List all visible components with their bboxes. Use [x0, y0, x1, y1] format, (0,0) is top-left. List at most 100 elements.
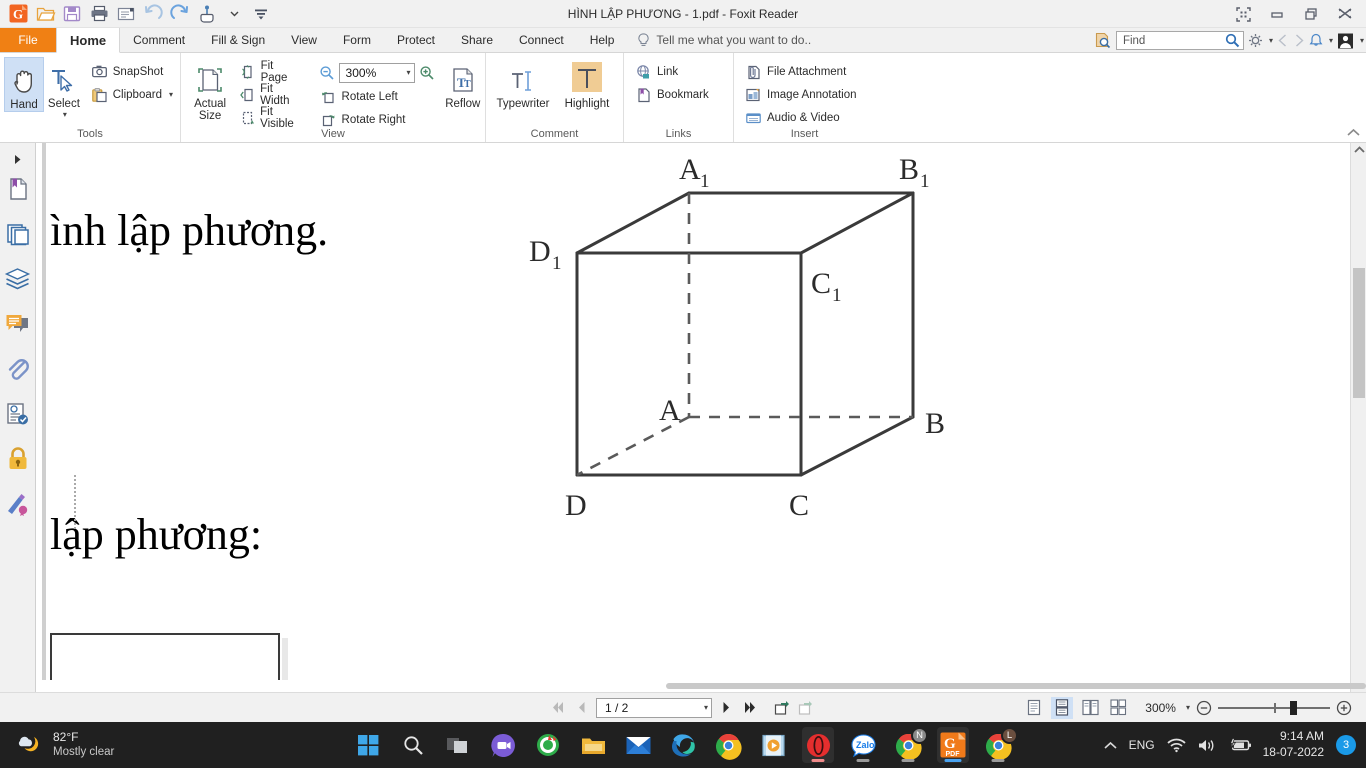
menu-tab-comment[interactable]: Comment — [120, 28, 198, 52]
image-annotation-button[interactable]: Image Annotation — [742, 85, 860, 104]
menu-tab-help[interactable]: Help — [577, 28, 628, 52]
menu-tab-protect[interactable]: Protect — [384, 28, 448, 52]
chrome-n-button[interactable]: N — [892, 727, 928, 763]
single-page-view-button[interactable] — [1023, 697, 1045, 719]
language-indicator[interactable]: ENG — [1129, 738, 1155, 752]
volume-icon[interactable] — [1198, 738, 1217, 753]
audio-video-button[interactable]: Audio & Video — [742, 108, 860, 127]
chrome-l-button[interactable]: L — [982, 727, 1018, 763]
sidebar-item-security[interactable] — [0, 439, 36, 484]
typewriter-button[interactable]: Typewriter — [490, 57, 556, 110]
meet-button[interactable] — [487, 727, 519, 763]
page-combo-caret-icon[interactable]: ▾ — [704, 703, 708, 712]
forward-arrow-icon[interactable] — [1293, 34, 1305, 47]
facing-view-button[interactable] — [1079, 697, 1101, 719]
snapshot-button[interactable]: SnapShot — [88, 62, 176, 81]
zoom-in-icon[interactable] — [419, 65, 435, 81]
link-button[interactable]: Link — [632, 62, 712, 81]
qat-caret-icon[interactable] — [222, 3, 246, 25]
email-icon[interactable] — [114, 3, 138, 25]
sidebar-item-bookmarks[interactable] — [0, 169, 36, 214]
zalo-button[interactable]: Zalo — [847, 727, 879, 763]
status-zoom-in-icon[interactable] — [1336, 700, 1352, 716]
clipboard-button[interactable]: Clipboard ▾ — [88, 85, 176, 104]
open-icon[interactable] — [33, 3, 57, 25]
previous-view-button[interactable] — [771, 698, 790, 718]
task-view-button[interactable] — [442, 727, 474, 763]
zoom-level-combobox[interactable]: 300% ▾ — [338, 62, 415, 83]
battery-charging-icon[interactable] — [1229, 738, 1251, 752]
actual-size-button[interactable]: Actual Size — [187, 57, 233, 122]
select-caret-icon[interactable]: ▾ — [63, 110, 67, 119]
select-tool-button[interactable]: Select ▾ — [44, 57, 84, 119]
collapse-ribbon-icon[interactable] — [1347, 128, 1360, 140]
scroll-up-icon[interactable] — [1351, 143, 1366, 157]
fullscreen-button[interactable] — [1226, 1, 1260, 27]
avatar-caret-icon[interactable]: ▾ — [1360, 36, 1364, 45]
sidebar-item-signatures[interactable] — [0, 484, 36, 529]
settings-gear-icon[interactable] — [1248, 33, 1263, 48]
notification-bell-icon[interactable] — [1309, 33, 1323, 48]
menu-tab-fill-sign[interactable]: Fill & Sign — [198, 28, 278, 52]
search-button[interactable] — [397, 727, 429, 763]
undo-icon[interactable] — [141, 3, 165, 25]
continuous-view-button[interactable] — [1051, 696, 1074, 719]
green-app-button[interactable] — [532, 727, 564, 763]
fit-width-button[interactable]: Fit Width — [237, 83, 302, 107]
zoom-out-icon[interactable] — [319, 65, 335, 81]
avatar[interactable] — [1337, 33, 1354, 49]
sidebar-item-attachments[interactable] — [0, 349, 36, 394]
fit-page-button[interactable]: Fit Page — [237, 60, 302, 84]
save-icon[interactable] — [60, 3, 84, 25]
expand-panel-icon[interactable] — [0, 149, 36, 169]
back-arrow-icon[interactable] — [1277, 34, 1289, 47]
panel-resize-grip[interactable] — [72, 473, 79, 553]
search-document-icon[interactable] — [1094, 32, 1112, 49]
foxit-logo-icon[interactable]: G — [6, 3, 30, 25]
print-icon[interactable] — [87, 3, 111, 25]
notification-badge[interactable]: 3 — [1336, 735, 1356, 755]
hand-tool-button[interactable]: Hand — [4, 57, 45, 113]
rotate-left-button[interactable]: Rotate Left — [317, 87, 437, 106]
menu-tab-home[interactable]: Home — [56, 28, 121, 53]
customize-toolbar-icon[interactable] — [249, 3, 273, 25]
status-zoom-caret-icon[interactable]: ▾ — [1186, 703, 1190, 712]
vertical-scroll-thumb[interactable] — [1353, 268, 1365, 398]
clipboard-caret-icon[interactable]: ▾ — [169, 90, 173, 99]
menu-tab-share[interactable]: Share — [448, 28, 506, 52]
sidebar-item-pages[interactable] — [0, 214, 36, 259]
facing-continuous-view-button[interactable] — [1107, 697, 1129, 719]
wifi-icon[interactable] — [1167, 738, 1186, 753]
menu-tab-connect[interactable]: Connect — [506, 28, 577, 52]
bell-caret-icon[interactable]: ▾ — [1329, 36, 1333, 45]
tell-me-search[interactable]: Tell me what you want to do.. — [627, 28, 811, 52]
settings-caret-icon[interactable]: ▾ — [1269, 36, 1273, 45]
previous-page-button[interactable] — [572, 698, 591, 718]
file-attachment-button[interactable]: File Attachment — [742, 62, 860, 81]
horizontal-scrollbar[interactable] — [36, 680, 1366, 692]
mail-button[interactable] — [622, 727, 654, 763]
close-button[interactable] — [1328, 1, 1362, 27]
file-explorer-button[interactable] — [577, 727, 609, 763]
vertical-scrollbar[interactable] — [1350, 143, 1366, 692]
foxit-button[interactable]: G PDF — [937, 727, 969, 763]
sidebar-item-comments[interactable] — [0, 304, 36, 349]
horizontal-scroll-thumb[interactable] — [666, 683, 1366, 689]
zoom-combo-caret-icon[interactable]: ▾ — [407, 68, 411, 77]
find-input[interactable]: Find — [1115, 31, 1244, 50]
menu-file[interactable]: File — [0, 28, 56, 52]
media-player-button[interactable] — [757, 727, 789, 763]
show-hidden-icons-icon[interactable] — [1104, 741, 1117, 750]
page-number-combobox[interactable]: 1 / 2 ▾ — [596, 697, 712, 718]
sidebar-item-layers[interactable] — [0, 259, 36, 304]
sidebar-item-annotations[interactable] — [0, 394, 36, 439]
menu-tab-view[interactable]: View — [278, 28, 330, 52]
find-search-icon[interactable] — [1225, 33, 1240, 48]
fit-visible-button[interactable]: Fit Visible — [237, 106, 302, 130]
status-zoom-out-icon[interactable] — [1196, 700, 1212, 716]
document-view[interactable]: ình lập phương. lập phương: A 1 B 1 D 1 … — [36, 143, 1366, 692]
minimize-button[interactable] — [1260, 1, 1294, 27]
start-button[interactable] — [352, 727, 384, 763]
edge-button[interactable] — [667, 727, 699, 763]
zoom-slider[interactable] — [1218, 700, 1330, 716]
